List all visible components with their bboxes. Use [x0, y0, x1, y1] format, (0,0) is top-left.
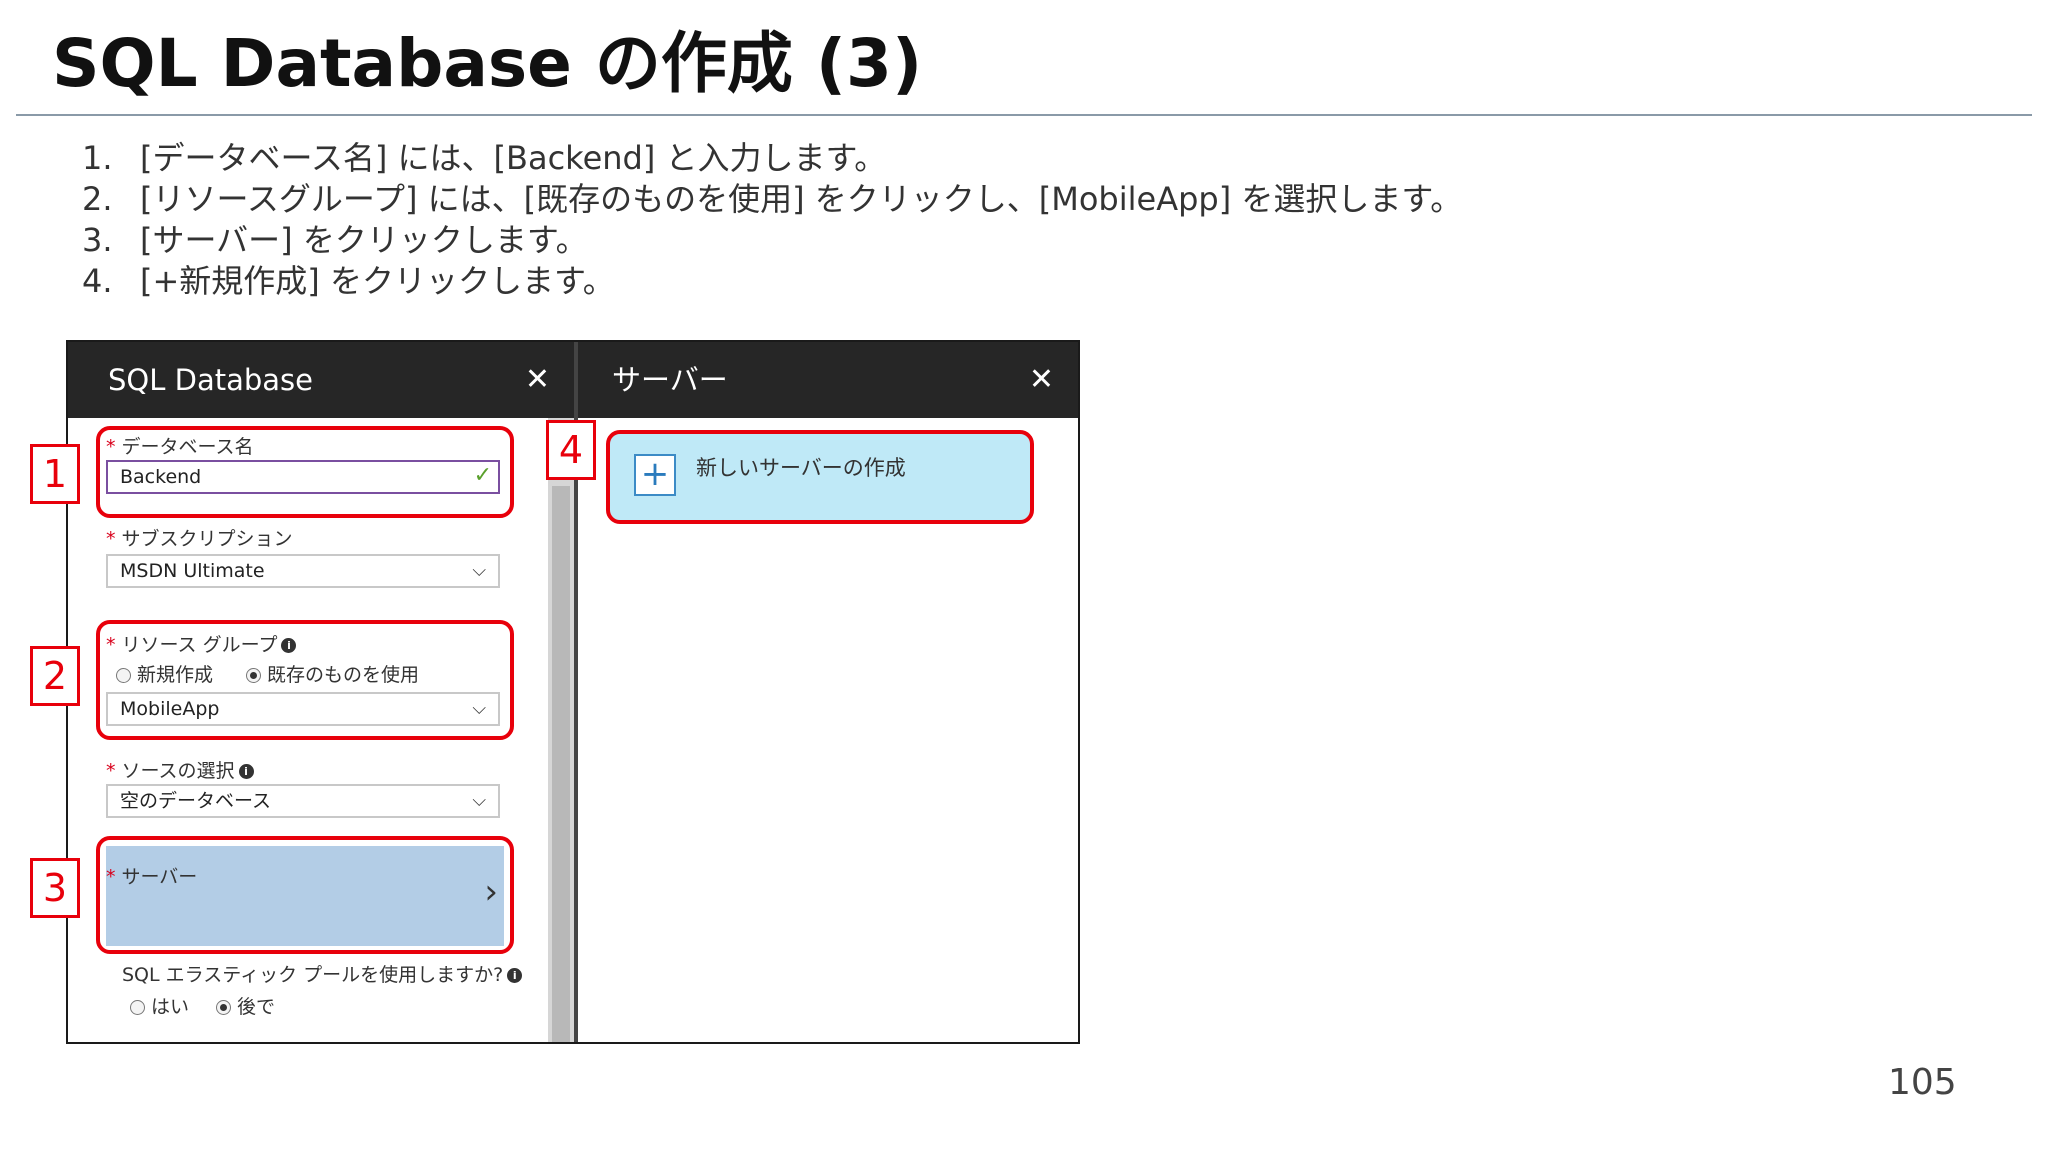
- server-picker-row[interactable]: * サーバー ›: [106, 846, 504, 946]
- step-text: [データベース名] には、[Backend] と入力します。: [140, 139, 887, 177]
- source-select[interactable]: 空のデータベース ⌵: [106, 784, 500, 818]
- create-new-server-label: 新しいサーバーの作成: [696, 456, 906, 480]
- rg-new-radio[interactable]: 新規作成: [116, 660, 213, 687]
- db-name-label: * データベース名: [106, 436, 254, 458]
- chevron-down-icon: ⌵: [472, 560, 486, 581]
- step-number: 4.: [82, 262, 113, 300]
- step-text: [+新規作成] をクリックします。: [140, 262, 615, 300]
- chevron-down-icon: ⌵: [472, 698, 486, 719]
- sql-database-blade-header: SQL Database ✕: [68, 342, 574, 418]
- subscription-select[interactable]: MSDN Ultimate ⌵: [106, 554, 500, 588]
- page-number: 105: [1888, 1062, 1957, 1103]
- required-mark: *: [106, 760, 116, 782]
- server-blade-title: サーバー: [612, 363, 728, 397]
- elastic-yes-radio[interactable]: はい: [130, 992, 189, 1019]
- step-item: 3. [サーバー] をクリックします。: [82, 220, 1462, 261]
- step-item: 1. [データベース名] には、[Backend] と入力します。: [82, 138, 1462, 179]
- create-new-server-button[interactable]: + 新しいサーバーの作成: [610, 434, 1030, 520]
- close-icon[interactable]: ✕: [525, 342, 550, 418]
- server-label: * サーバー: [106, 866, 198, 888]
- plus-icon: +: [634, 454, 676, 496]
- step-list: 1. [データベース名] には、[Backend] と入力します。 2. [リソース…: [82, 138, 1462, 302]
- required-mark: *: [106, 866, 116, 888]
- rg-existing-radio[interactable]: 既存のものを使用: [246, 660, 419, 687]
- step-marker-3: 3: [30, 858, 80, 918]
- subscription-label: * サブスクリプション: [106, 528, 293, 550]
- required-mark: *: [106, 528, 116, 550]
- db-name-input[interactable]: Backend ✓: [106, 460, 500, 494]
- scrollbar-thumb[interactable]: [552, 486, 570, 1042]
- server-blade-header: サーバー ✕: [576, 342, 1078, 418]
- resource-group-value: MobileApp: [120, 698, 220, 720]
- step-number: 1.: [82, 139, 113, 177]
- db-name-value: Backend: [120, 466, 202, 488]
- step-number: 2.: [82, 180, 113, 218]
- required-mark: *: [106, 436, 116, 458]
- radio-icon: [116, 668, 131, 683]
- elastic-later-radio[interactable]: 後で: [216, 992, 275, 1019]
- resource-group-select[interactable]: MobileApp ⌵: [106, 692, 500, 726]
- step-marker-1: 1: [30, 444, 80, 504]
- info-icon[interactable]: i: [238, 764, 254, 779]
- chevron-right-icon: ›: [484, 872, 498, 912]
- step-text: [サーバー] をクリックします。: [140, 221, 588, 259]
- elastic-pool-label: SQL エラスティック プールを使用しますか? i: [122, 960, 523, 987]
- radio-selected-icon: [246, 668, 261, 683]
- chevron-down-icon: ⌵: [472, 790, 486, 811]
- step-item: 4. [+新規作成] をクリックします。: [82, 261, 1462, 302]
- radio-icon: [130, 1000, 145, 1015]
- info-icon[interactable]: i: [507, 968, 523, 983]
- step-text: [リソースグループ] には、[既存のものを使用] をクリックし、[MobileA…: [140, 180, 1463, 218]
- step-number: 3.: [82, 221, 113, 259]
- radio-selected-icon: [216, 1000, 231, 1015]
- step-item: 2. [リソースグループ] には、[既存のものを使用] をクリックし、[Mobil…: [82, 179, 1462, 220]
- resource-group-label: * リソース グループ i: [106, 630, 297, 657]
- check-icon: ✓: [473, 463, 492, 488]
- subscription-value: MSDN Ultimate: [120, 560, 265, 582]
- source-label: * ソースの選択 i: [106, 756, 254, 783]
- close-icon[interactable]: ✕: [1029, 342, 1054, 418]
- info-icon[interactable]: i: [281, 638, 297, 653]
- step-marker-4: 4: [546, 420, 596, 480]
- slide-title: SQL Database の作成 (3): [52, 25, 923, 102]
- title-divider: [16, 114, 2032, 116]
- required-mark: *: [106, 634, 116, 656]
- source-value: 空のデータベース: [120, 790, 272, 812]
- sql-database-blade-title: SQL Database: [108, 363, 313, 397]
- step-marker-2: 2: [30, 646, 80, 706]
